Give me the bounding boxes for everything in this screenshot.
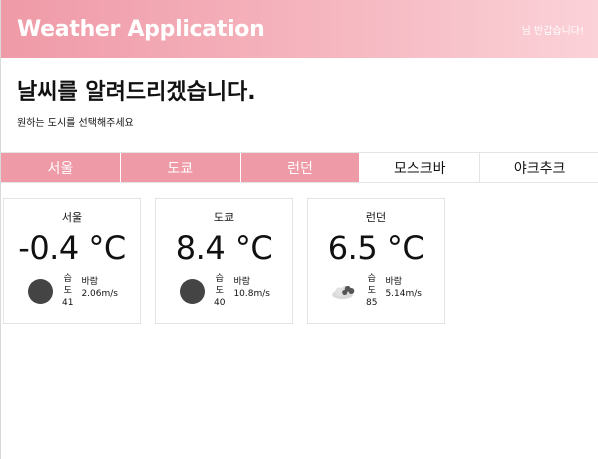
card-city: 서울 [61,211,83,224]
tab-yakutsk[interactable]: 야크추크 [480,153,598,182]
wind-value: 10.8m/s [233,289,270,299]
card-details: 습도 40 바람 10.8m/s [178,273,270,309]
card-temperature: 6.5 °C [327,229,425,267]
app-header: Weather Application 님 반갑습니다! [1,0,598,58]
clear-night-icon [26,277,54,305]
humidity-block: 습도 85 [366,273,377,309]
humidity-block: 습도 40 [214,273,225,309]
wind-label: 바람 [81,277,99,287]
wind-label: 바람 [233,277,251,287]
wind-block: 바람 10.8m/s [233,276,270,300]
wind-value: 5.14m/s [385,289,422,299]
cloudy-night-icon [330,277,358,305]
weather-cards: 서울 -0.4 °C 습도 41 바람 2.06m/s 도쿄 8.4 °C 습도… [3,198,445,324]
page-heading: 날씨를 알려드리겠습니다. [17,80,256,105]
wind-block: 바람 5.14m/s [385,276,422,300]
user-greeting: 님 반갑습니다! [521,25,584,37]
tab-tokyo[interactable]: 도쿄 [120,153,241,182]
humidity-value: 85 [366,298,378,308]
app-title: Weather Application [17,16,265,42]
card-details: 습도 41 바람 2.06m/s [26,273,118,309]
wind-value: 2.06m/s [81,289,118,299]
wind-label: 바람 [385,277,403,287]
humidity-label: 습도 [367,274,376,296]
weather-card-tokyo: 도쿄 8.4 °C 습도 40 바람 10.8m/s [155,198,293,324]
card-city: 런던 [365,211,387,224]
page-subheading: 원하는 도시를 선택해주세요 [17,118,134,129]
humidity-label: 습도 [215,274,224,296]
weather-card-seoul: 서울 -0.4 °C 습도 41 바람 2.06m/s [3,198,141,324]
tab-london[interactable]: 런던 [240,153,361,182]
wind-block: 바람 2.06m/s [81,276,118,300]
humidity-block: 습도 41 [62,273,73,309]
intro-section: 날씨를 알려드리겠습니다. 원하는 도시를 선택해주세요 [1,58,598,129]
city-tabs: 서울 도쿄 런던 모스크바 야크추크 [1,152,598,183]
card-temperature: 8.4 °C [175,229,273,267]
humidity-label: 습도 [63,274,72,296]
tab-seoul[interactable]: 서울 [1,153,121,182]
card-temperature: -0.4 °C [18,229,126,267]
humidity-value: 40 [214,298,226,308]
tab-moscow[interactable]: 모스크바 [360,153,481,182]
card-details: 습도 85 바람 5.14m/s [330,273,422,309]
humidity-value: 41 [62,298,74,308]
card-city: 도쿄 [213,211,235,224]
clear-night-icon [178,277,206,305]
weather-card-london: 런던 6.5 °C 습도 85 바람 5.14m/s [307,198,445,324]
